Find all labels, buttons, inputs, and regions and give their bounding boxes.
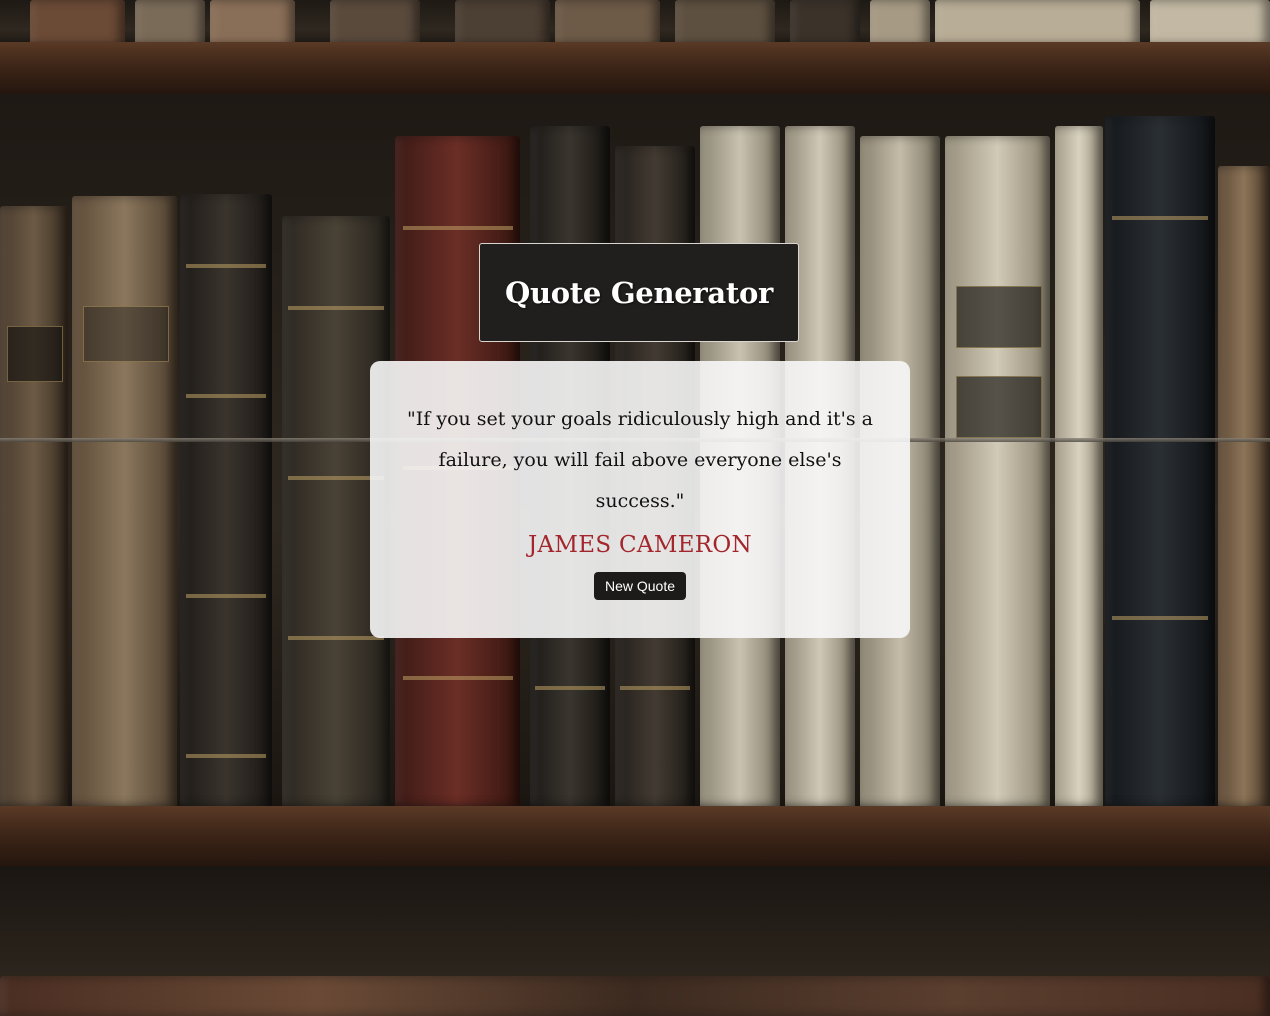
quote-author: JAMES CAMERON (528, 532, 752, 558)
book-spine (30, 0, 125, 48)
book-spine (1150, 0, 1270, 48)
book-band (402, 226, 513, 230)
book-band (288, 306, 384, 310)
book-spine (675, 0, 775, 48)
book-band (1111, 216, 1209, 220)
book-spine (945, 136, 1050, 806)
quote-card: "If you set your goals ridiculously high… (370, 361, 910, 638)
book-spine (1055, 126, 1103, 806)
book-spine (0, 206, 68, 806)
book-band (185, 594, 267, 598)
book-spine (555, 0, 660, 48)
book-band (402, 676, 513, 680)
shelf-plank (0, 42, 1270, 94)
book-band (185, 754, 267, 758)
book-spine (1218, 166, 1270, 806)
quote-text: "If you set your goals ridiculously high… (407, 408, 873, 512)
book-label (82, 306, 169, 362)
book-spine (935, 0, 1140, 48)
book-spine (180, 194, 272, 806)
book-label (955, 376, 1042, 438)
page-title: Quote Generator (505, 275, 773, 310)
book-spine (72, 196, 177, 806)
book-spine (210, 0, 295, 48)
book-band (185, 264, 267, 268)
book-spine (790, 0, 860, 48)
book-band (288, 636, 384, 640)
book-spine (455, 0, 550, 48)
book-spine (870, 0, 930, 48)
book-row-bottom (0, 976, 1270, 1016)
new-quote-button[interactable]: New Quote (593, 572, 687, 600)
book-band (534, 686, 606, 690)
book-band (1111, 616, 1209, 620)
book-spine (1105, 116, 1215, 806)
book-label (955, 286, 1042, 348)
book-label (6, 326, 64, 382)
header-title-box: Quote Generator (479, 243, 799, 342)
book-band (185, 394, 267, 398)
book-band (619, 686, 691, 690)
shelf-plank (0, 806, 1270, 866)
book-spine (330, 0, 420, 48)
book-spine (135, 0, 205, 48)
